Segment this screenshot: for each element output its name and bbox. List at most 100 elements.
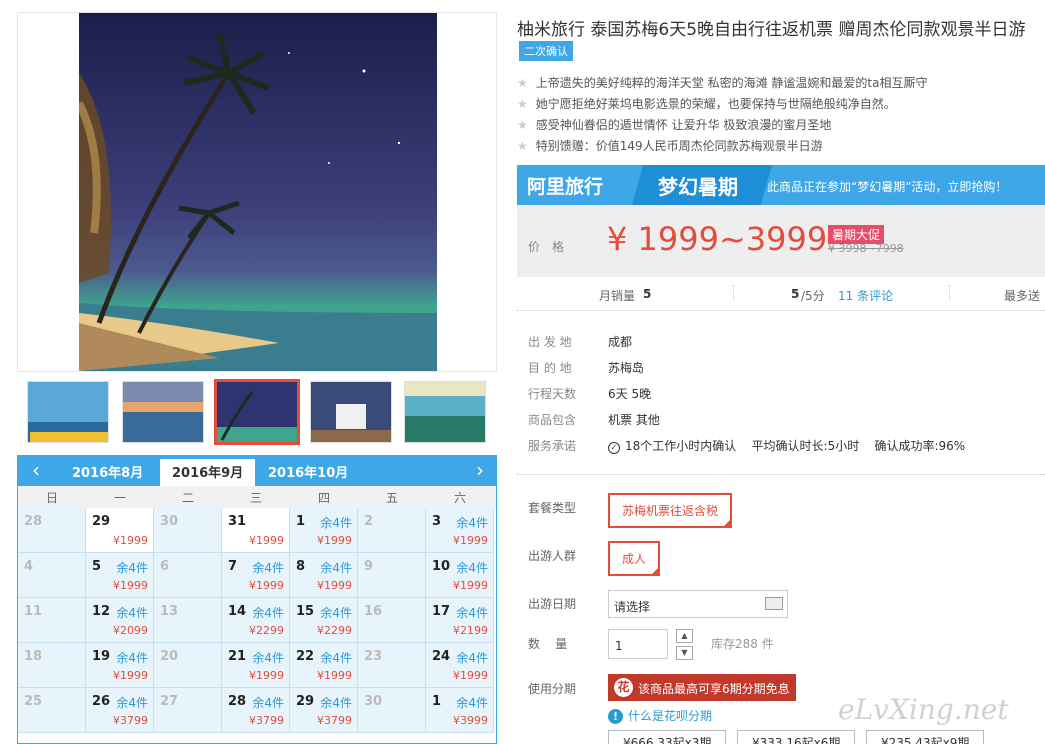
weekday-label: 二	[181, 491, 194, 505]
installment-plan-3[interactable]: ¥666.33起x3期	[608, 730, 727, 744]
feature-item: ★ 上帝遗失的美好纯粹的海洋天堂 私密的海滩 静谧温婉和最爱的ta相互厮守	[517, 76, 928, 90]
quantity-label: 数 量	[528, 637, 568, 651]
calendar-day-cell[interactable]: 24 余4件 ¥1999	[426, 643, 494, 688]
stock-left: 余4件	[116, 651, 148, 665]
calendar-day-cell[interactable]: 17 余4件 ¥2199	[426, 598, 494, 643]
calendar-next-icon[interactable]: ›	[470, 458, 490, 482]
calendar-day-cell[interactable]: 14 余4件 ¥2299	[222, 598, 290, 643]
calendar-day-cell: 11	[18, 598, 86, 643]
watermark: eLvXing.net	[838, 693, 1009, 726]
thumbnail-5[interactable]	[404, 381, 486, 443]
detail-label: 服务承诺	[528, 439, 577, 453]
monthly-sales-label: 月销量	[599, 289, 636, 303]
crowd-option-selected[interactable]: 成人	[608, 541, 661, 576]
reviews-link[interactable]: 11 条评论	[838, 287, 893, 304]
thumbnail-4[interactable]	[310, 381, 392, 443]
calendar-day-cell: 23	[358, 643, 426, 688]
calendar-day-cell: 16	[358, 598, 426, 643]
date-picker-input[interactable]: 请选择	[608, 590, 788, 618]
detail-label: 出 发 地	[528, 335, 572, 349]
package-option-selected[interactable]: 苏梅机票往返含税	[608, 493, 733, 528]
calendar-day-cell[interactable]: 26 余4件 ¥3799	[86, 688, 154, 733]
main-image-frame	[17, 12, 497, 372]
day-number: 1	[432, 694, 442, 709]
detail-value: 苏梅岛	[608, 361, 645, 375]
calendar-day-cell: 30	[358, 688, 426, 733]
day-price: ¥1999	[249, 579, 284, 592]
promo-brand: 阿里旅行	[527, 176, 604, 198]
day-number: 14	[228, 604, 247, 619]
promo-campaign: 梦幻暑期	[658, 175, 738, 199]
day-number: 7	[228, 559, 238, 574]
calendar-prev-icon[interactable]: ‹	[26, 458, 46, 482]
day-number: 5	[92, 559, 102, 574]
calendar-month-next[interactable]: 2016年10月	[268, 462, 348, 481]
installment-plan-9[interactable]: ¥235.43起x9期	[866, 730, 985, 744]
calendar-day-cell[interactable]: 10 余4件 ¥1999	[426, 553, 494, 598]
section-divider	[517, 474, 1045, 475]
day-price: ¥3799	[249, 714, 284, 727]
calendar-day-cell: 9	[358, 553, 426, 598]
calendar-day-cell[interactable]: 1 余4件 ¥1999	[290, 508, 358, 553]
day-price: ¥3799	[113, 714, 148, 727]
calendar-day-cell[interactable]: 29 余4件 ¥3799	[290, 688, 358, 733]
day-number: 21	[228, 649, 247, 664]
day-price: ¥1999	[113, 534, 148, 547]
calendar-day-cell[interactable]: 7 余4件 ¥1999	[222, 553, 290, 598]
quantity-down-icon[interactable]: ▼	[676, 646, 693, 660]
calendar-day-cell: 6	[154, 553, 222, 598]
stock-left: 余4件	[456, 696, 488, 710]
day-price: ¥2199	[453, 624, 488, 637]
calendar-day-cell[interactable]: 31 ¥1999	[222, 508, 290, 553]
huabei-icon: 花	[614, 678, 633, 697]
calendar-day-cell[interactable]: 1 余4件 ¥3999	[426, 688, 494, 733]
feature-item: ★ 特别馈赠：价值149人民币周杰伦同款苏梅观景半日游	[517, 139, 823, 153]
day-price: ¥1999	[113, 669, 148, 682]
day-price: ¥1999	[317, 534, 352, 547]
installment-plan-6[interactable]: ¥333.16起x6期	[737, 730, 856, 744]
stock-left: 余4件	[116, 606, 148, 620]
thumbnail-2[interactable]	[122, 381, 204, 443]
crowd-label: 出游人群	[528, 549, 577, 563]
day-number: 20	[160, 649, 179, 664]
day-number: 25	[24, 694, 43, 709]
day-number: 24	[432, 649, 451, 664]
day-number: 15	[296, 604, 315, 619]
day-price: ¥2299	[317, 624, 352, 637]
calendar-day-cell: 25	[18, 688, 86, 733]
stock-left: 余4件	[252, 651, 284, 665]
calendar-day-cell: 13	[154, 598, 222, 643]
day-number: 6	[160, 559, 170, 574]
thumbnail-1[interactable]	[27, 381, 109, 443]
promo-text: 此商品正在参加“梦幻暑期”活动，立即抢购！	[767, 180, 1008, 194]
huabei-installment-banner[interactable]: 花 该商品最高可享6期分期免息	[608, 674, 796, 701]
calendar-month-prev[interactable]: 2016年8月	[72, 462, 143, 481]
calendar-icon[interactable]	[765, 597, 783, 610]
quantity-input[interactable]: 1	[608, 629, 668, 659]
calendar-month-current[interactable]: 2016年9月	[160, 459, 256, 486]
day-number: 30	[160, 514, 179, 529]
calendar-day-cell[interactable]: 28 余4件 ¥3799	[222, 688, 290, 733]
detail-value: 成都	[608, 335, 633, 349]
thumbnail-3-selected[interactable]	[214, 379, 300, 445]
calendar-day-cell[interactable]: 15 余4件 ¥2299	[290, 598, 358, 643]
day-price: ¥2299	[249, 624, 284, 637]
calendar-day-cell[interactable]: 21 余4件 ¥1999	[222, 643, 290, 688]
calendar-day-cell[interactable]: 19 余4件 ¥1999	[86, 643, 154, 688]
calendar-day-cell[interactable]: 5 余4件 ¥1999	[86, 553, 154, 598]
calendar-day-cell[interactable]: 29 ¥1999	[86, 508, 154, 553]
calendar-day-cell: 27	[154, 688, 222, 733]
service-promise: ✓ 18个工作小时内确认 平均确认时长:5小时 确认成功率:96%	[608, 437, 965, 454]
promo-banner[interactable]: 阿里旅行 梦幻暑期 此商品正在参加“梦幻暑期”活动，立即抢购！	[517, 165, 1045, 205]
huabei-help-link[interactable]: ! 什么是花呗分期	[608, 707, 712, 724]
day-price: ¥1999	[317, 669, 352, 682]
calendar-day-cell[interactable]: 3 余4件 ¥1999	[426, 508, 494, 553]
calendar-day-cell[interactable]: 12 余4件 ¥2099	[86, 598, 154, 643]
quantity-up-icon[interactable]: ▲	[676, 629, 693, 643]
star-icon: ★	[517, 139, 528, 153]
rating-suffix: /5分	[801, 289, 825, 303]
calendar-day-cell[interactable]: 22 余4件 ¥1999	[290, 643, 358, 688]
star-icon: ★	[517, 76, 528, 90]
calendar-day-cell[interactable]: 8 余4件 ¥1999	[290, 553, 358, 598]
confirm-badge: 二次确认	[519, 41, 573, 61]
